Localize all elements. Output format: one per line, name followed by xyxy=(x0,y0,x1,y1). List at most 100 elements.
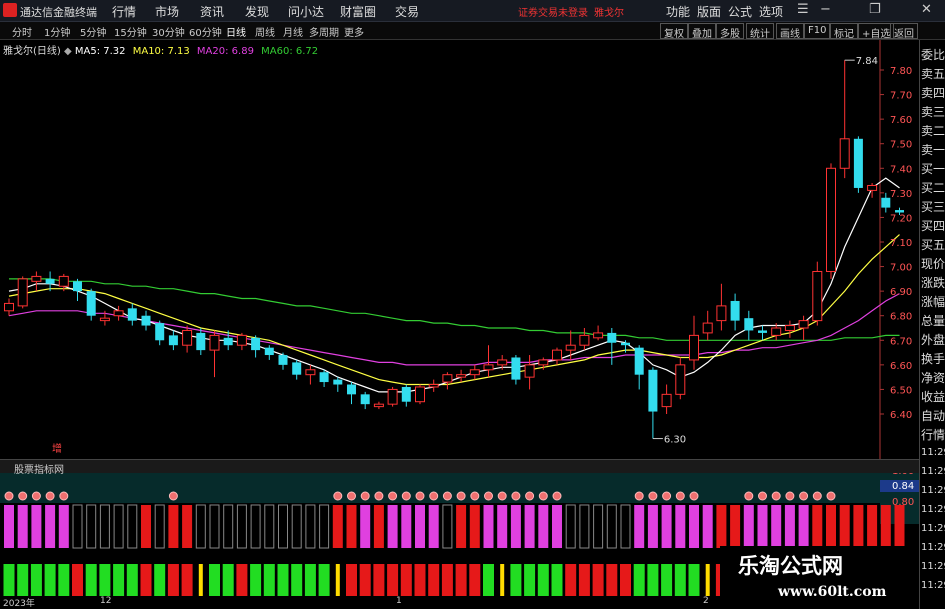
candle-down[interactable] xyxy=(758,330,767,333)
side-item[interactable]: 自动 xyxy=(921,407,945,424)
candle-up[interactable] xyxy=(387,388,398,405)
candle-up[interactable] xyxy=(99,317,110,322)
period-multi[interactable]: 多周期 xyxy=(309,24,339,39)
side-item[interactable]: 行情 xyxy=(921,426,945,443)
menu-caifuquan[interactable]: 财富圈 xyxy=(340,3,376,20)
candle-down[interactable] xyxy=(86,291,96,316)
tool-xuanxiang[interactable]: 选项 xyxy=(759,3,783,20)
candle-down[interactable] xyxy=(895,210,904,213)
candle-down[interactable] xyxy=(881,197,891,208)
candle-down[interactable] xyxy=(251,337,261,351)
candle-up[interactable] xyxy=(839,138,850,169)
candle-down[interactable] xyxy=(168,335,178,346)
period-15min[interactable]: 15分钟 xyxy=(114,24,147,39)
candle-up[interactable] xyxy=(565,344,576,351)
menu-jiaoyi[interactable]: 交易 xyxy=(395,3,419,20)
btn-biaoji[interactable]: 标记 xyxy=(830,23,858,40)
candle-up[interactable] xyxy=(826,167,836,272)
candle-up[interactable] xyxy=(675,364,686,395)
candle-up[interactable] xyxy=(771,327,782,336)
menu-faxian[interactable]: 发现 xyxy=(245,3,269,20)
candle-down[interactable] xyxy=(73,281,82,292)
candle-down[interactable] xyxy=(853,138,863,188)
minimize-icon[interactable]: − xyxy=(820,2,831,17)
btn-fanhui[interactable]: 返回 xyxy=(890,23,918,40)
period-5min[interactable]: 5分钟 xyxy=(80,24,106,39)
btn-fuquan[interactable]: 复权 xyxy=(660,23,688,40)
period-fenshi[interactable]: 分时 xyxy=(12,24,32,39)
candle-down[interactable] xyxy=(360,394,370,405)
candle-up[interactable] xyxy=(469,369,480,376)
stock-link[interactable]: 雅戈尔 xyxy=(594,4,624,19)
period-30min[interactable]: 30分钟 xyxy=(152,24,185,39)
tool-gongshi[interactable]: 公式 xyxy=(728,3,752,20)
candle-up[interactable] xyxy=(812,270,823,322)
candle-up[interactable] xyxy=(58,275,69,287)
candle-up[interactable] xyxy=(209,334,220,351)
menu-zixun[interactable]: 资讯 xyxy=(200,3,224,20)
candle-up[interactable] xyxy=(552,349,562,361)
candle-down[interactable] xyxy=(401,386,411,402)
candle-down[interactable] xyxy=(333,379,343,385)
candle-down[interactable] xyxy=(278,355,288,365)
candle-down[interactable] xyxy=(319,372,329,383)
btn-diejia[interactable]: 叠加 xyxy=(688,23,716,40)
btn-f10[interactable]: F10 xyxy=(804,23,831,39)
candle-down[interactable] xyxy=(511,357,521,380)
candle-up[interactable] xyxy=(373,403,384,408)
candle-up[interactable] xyxy=(867,184,878,191)
candle-up[interactable] xyxy=(415,386,425,403)
close-icon[interactable]: ✕ xyxy=(921,2,932,17)
kline-chart[interactable]: 7.80 7.70 7.60 7.50 7.40 7.30 7.20 7.10 7.00 6.90… xyxy=(0,40,919,596)
candle-up[interactable] xyxy=(17,278,28,307)
menu-icon[interactable]: ☰ xyxy=(797,2,809,17)
candle-up[interactable] xyxy=(113,310,124,317)
candle-up[interactable] xyxy=(182,329,193,346)
candle-up[interactable] xyxy=(661,393,672,408)
candle-down[interactable] xyxy=(45,278,55,284)
candle-up[interactable] xyxy=(524,364,535,378)
candle-down[interactable] xyxy=(607,332,617,343)
candle-up[interactable] xyxy=(305,369,316,376)
candle-up[interactable] xyxy=(716,305,727,322)
candle-up[interactable] xyxy=(702,322,713,334)
candle-down[interactable] xyxy=(155,323,165,341)
period-1min[interactable]: 1分钟 xyxy=(44,24,70,39)
candle-down[interactable] xyxy=(223,337,233,346)
period-daily[interactable]: 日线 xyxy=(226,24,246,39)
candle-up[interactable] xyxy=(784,325,795,331)
btn-tongji[interactable]: 统计 xyxy=(746,23,774,40)
candle-down[interactable] xyxy=(196,332,206,351)
menu-shichang[interactable]: 市场 xyxy=(155,3,179,20)
candle-up[interactable] xyxy=(497,359,508,366)
candle-down[interactable] xyxy=(127,308,137,321)
candle-up[interactable] xyxy=(689,334,699,361)
candle-up[interactable] xyxy=(31,275,42,282)
btn-huaxian[interactable]: 画线 xyxy=(776,23,804,40)
menu-wenxiaoda[interactable]: 问小达 xyxy=(288,3,324,20)
candle-up[interactable] xyxy=(456,374,467,378)
period-more[interactable]: 更多 xyxy=(344,24,364,39)
period-monthly[interactable]: 月线 xyxy=(283,24,303,39)
candle-up[interactable] xyxy=(4,302,14,312)
candle-up[interactable] xyxy=(442,374,453,383)
candle-down[interactable] xyxy=(347,384,356,395)
candle-down[interactable] xyxy=(292,362,302,375)
candle-down[interactable] xyxy=(634,347,644,375)
period-weekly[interactable]: 周线 xyxy=(255,24,275,39)
tool-banmian[interactable]: 版面 xyxy=(697,3,721,20)
candle-down[interactable] xyxy=(141,315,151,326)
candle-up[interactable] xyxy=(428,384,439,388)
candle-up[interactable] xyxy=(483,364,494,371)
candle-down[interactable] xyxy=(648,369,658,412)
btn-zixuan[interactable]: +自选 xyxy=(858,23,895,40)
indicator-name[interactable]: 股票指标网 xyxy=(14,461,64,476)
menu-hangqing[interactable]: 行情 xyxy=(112,3,136,20)
candle-down[interactable] xyxy=(730,300,740,321)
candle-up[interactable] xyxy=(593,332,604,339)
candle-up[interactable] xyxy=(236,334,247,346)
period-60min[interactable]: 60分钟 xyxy=(189,24,222,39)
candle-down[interactable] xyxy=(744,318,754,331)
btn-duogu[interactable]: 多股 xyxy=(716,23,744,40)
login-warning[interactable]: 证券交易未登录 xyxy=(518,4,588,19)
